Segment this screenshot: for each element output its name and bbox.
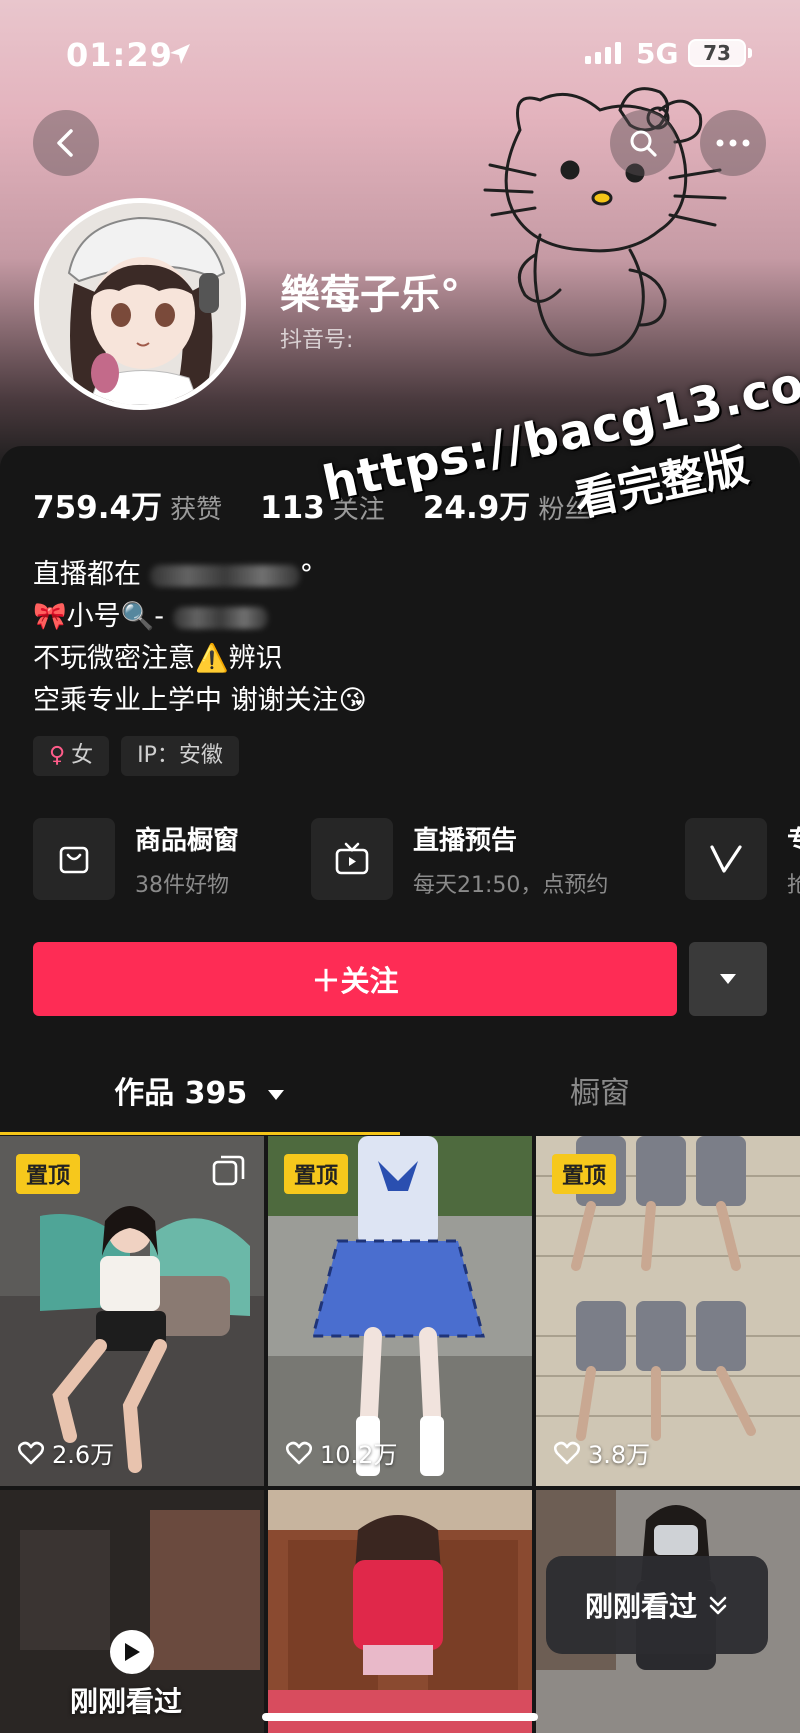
ribbon-icon: 🎀 — [33, 601, 67, 632]
stat-following[interactable]: 113 关注 — [260, 489, 385, 526]
service-subtitle: 38件好物 — [135, 872, 229, 898]
service-live-preview[interactable]: 直播预告 每天21:50，点预约 — [311, 818, 608, 900]
service-title: 专 — [787, 820, 800, 857]
profile-card: 759.4万 获赞 113 关注 24.9万 粉丝 直播都在 ° 🎀小号🔍- 不玩微密… — [0, 446, 800, 1733]
bio-text: - — [154, 601, 164, 632]
stat-followers[interactable]: 24.9万 粉丝 — [423, 482, 591, 527]
anime-girl-avatar-image — [39, 203, 241, 405]
bio-text: 小号 — [66, 601, 121, 632]
ip-tag: IP：安徽 — [121, 736, 239, 776]
recently-viewed-button[interactable]: 刚刚看过 — [546, 1556, 768, 1654]
bio-line: 空乘专业上学中 谢谢关注😘 — [33, 685, 367, 716]
stat-likes[interactable]: 759.4万 获赞 — [33, 482, 222, 527]
gender-label: 女 — [71, 743, 94, 768]
recently-viewed-label: 刚刚看过 — [584, 1590, 697, 1623]
bio-line: 直播都在 ° — [33, 554, 367, 596]
home-indicator[interactable] — [262, 1713, 538, 1721]
redacted-text — [172, 606, 268, 629]
service-shop-window[interactable]: 商品橱窗 38件好物 — [33, 818, 239, 900]
bio-line: 🎀小号🔍- — [33, 596, 367, 638]
search-button[interactable] — [610, 110, 676, 176]
services-row: 商品橱窗 38件好物 直播预告 每天21:50，点预约 专 抢 — [33, 818, 800, 904]
chevron-left-icon — [57, 129, 73, 157]
service-third[interactable]: 专 抢 — [685, 818, 800, 900]
more-dots-icon — [716, 139, 750, 147]
service-subtitle: 抢 — [787, 872, 800, 898]
service-title: 直播预告 — [413, 825, 518, 856]
video-thumbnail[interactable]: 置顶 3.8万 — [536, 1136, 800, 1486]
avatar[interactable] — [34, 198, 246, 410]
pinned-badge: 置顶 — [552, 1154, 617, 1194]
bio-text: ° — [299, 559, 314, 590]
like-count: 2.6万 — [18, 1435, 114, 1470]
service-title: 商品橱窗 — [135, 825, 240, 856]
magnifier-icon: 🔍 — [120, 601, 155, 632]
stat-label: 获赞 — [170, 495, 223, 525]
video-thumbnail[interactable]: 置顶 10.2万 — [268, 1136, 532, 1486]
like-count-value: 2.6万 — [52, 1441, 115, 1469]
video-thumbnail[interactable]: 刚刚看过 — [0, 1490, 264, 1733]
active-tab-indicator — [0, 1132, 400, 1135]
gender-tag: ♀ 女 — [33, 736, 110, 776]
video-thumbnail[interactable]: 置顶 2.6万 — [0, 1136, 264, 1486]
like-count: 3.8万 — [554, 1435, 650, 1470]
v-logo-icon — [685, 818, 767, 900]
stat-label: 粉丝 — [538, 495, 591, 525]
heart-icon — [286, 1441, 312, 1464]
follow-options-button[interactable] — [689, 942, 767, 1016]
profile-stats: 759.4万 获赞 113 关注 24.9万 粉丝 — [33, 482, 590, 527]
double-chevron-down-icon — [709, 1596, 727, 1615]
profile-banner: 01:29 5G 73 樂莓子乐° 抖音号: — [0, 0, 800, 470]
pinned-badge: 置顶 — [16, 1154, 81, 1194]
heart-icon — [18, 1441, 44, 1464]
back-button[interactable] — [33, 110, 99, 176]
network-type: 5G — [636, 37, 679, 70]
play-icon — [110, 1630, 154, 1674]
video-cover-image — [268, 1490, 532, 1733]
video-thumbnail[interactable] — [268, 1490, 532, 1733]
tab-works[interactable]: 作品 395 — [0, 1054, 400, 1134]
stat-label: 关注 — [332, 495, 385, 525]
search-icon — [630, 130, 657, 157]
service-subtitle: 每天21:50，点预约 — [413, 872, 609, 898]
cellular-signal-icon — [585, 42, 621, 64]
caret-down-icon — [720, 974, 736, 984]
redacted-text — [149, 564, 300, 587]
shopping-bag-icon — [33, 818, 115, 900]
bio-line: 不玩微密注意⚠️辨识 — [33, 643, 283, 674]
like-count-value: 10.2万 — [320, 1441, 398, 1469]
heart-icon — [554, 1441, 580, 1464]
tab-works-label: 作品 395 — [114, 1076, 248, 1111]
follow-button[interactable]: ＋关注 — [33, 942, 677, 1016]
battery-icon: 73 — [688, 39, 752, 67]
caret-down-icon — [267, 1089, 284, 1100]
pinned-badge: 置顶 — [284, 1154, 349, 1194]
like-count: 10.2万 — [286, 1435, 397, 1470]
stat-value: 113 — [260, 490, 325, 526]
profile-nickname: 樂莓子乐° — [280, 272, 460, 318]
content-tabs: 作品 395 橱窗 — [0, 1054, 800, 1134]
douyin-id-label: 抖音号: — [280, 328, 354, 353]
tv-icon — [311, 818, 393, 900]
profile-bio: 直播都在 ° 🎀小号🔍- 不玩微密注意⚠️辨识 空乘专业上学中 谢谢关注😘 — [33, 554, 367, 722]
female-icon: ♀ — [49, 743, 66, 768]
multiple-images-icon — [212, 1155, 245, 1186]
tab-shop-window[interactable]: 橱窗 — [400, 1054, 800, 1134]
status-time: 01:29 — [66, 36, 173, 74]
like-count-value: 3.8万 — [588, 1441, 651, 1469]
bio-text: 直播都在 — [33, 559, 141, 590]
profile-tags: ♀ 女 IP：安徽 — [33, 736, 239, 776]
location-arrow-icon — [170, 44, 190, 64]
just-viewed-label: 刚刚看过 — [70, 1685, 183, 1718]
stat-value: 759.4万 — [33, 490, 163, 526]
more-options-button[interactable] — [700, 110, 766, 176]
stat-value: 24.9万 — [422, 490, 531, 526]
